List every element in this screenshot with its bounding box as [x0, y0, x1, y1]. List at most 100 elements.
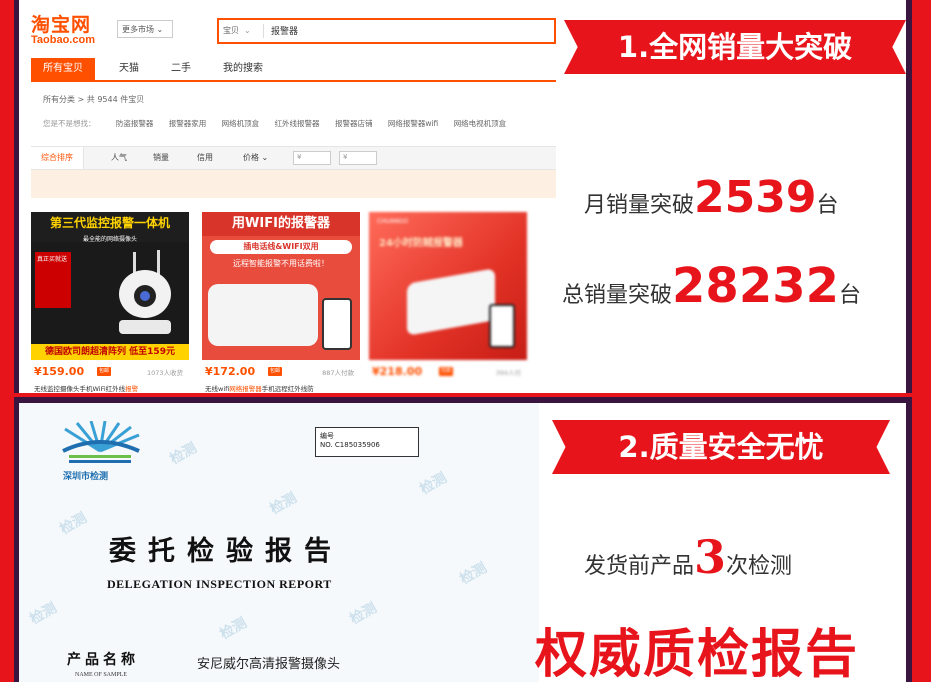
- chevron-down-icon: ⌄: [244, 26, 251, 35]
- related-link[interactable]: 报警器家用: [169, 119, 207, 128]
- title-highlight: 报警: [125, 385, 139, 393]
- sort-sales[interactable]: 销量: [153, 147, 169, 169]
- market-select[interactable]: 更多市场 ⌄: [117, 20, 173, 38]
- tab-my-search[interactable]: 我的搜索: [211, 58, 275, 82]
- art-subline: 最全能的网络摄像头: [82, 236, 137, 243]
- sort-credit[interactable]: 信用: [197, 147, 213, 169]
- product-card[interactable]: 用WIFI的报警器 插电话线&WIFI双用 远程智能报警不用话费啦！ ¥172.…: [202, 212, 360, 393]
- art-headline: 24小时防贼报警器: [379, 238, 463, 249]
- check-post: 次检测: [726, 554, 793, 579]
- sort-default[interactable]: 综合排序: [31, 147, 84, 169]
- product-image[interactable]: 第三代监控报警一体机 最全能的网络摄像头 真正买就送 德国欧司朗超清阵列 低至1…: [31, 212, 189, 360]
- search-type-select[interactable]: 宝贝 ⌄: [223, 25, 251, 36]
- search-bar[interactable]: 宝贝 ⌄ 报警器: [217, 18, 556, 44]
- taobao-logo[interactable]: 淘宝网 Taobao.com: [31, 10, 95, 46]
- product-title[interactable]: 无线wifi网络报警器手机远程红外线防: [205, 383, 360, 393]
- free-shipping-badge: 包邮: [268, 367, 282, 376]
- product-image[interactable]: 用WIFI的报警器 插电话线&WIFI双用 远程智能报警不用话费啦！: [202, 212, 360, 360]
- product-image[interactable]: CHUANGO 24小时防贼报警器: [369, 212, 527, 360]
- art-band-secondary: 远程智能报警不用话费啦！: [233, 259, 329, 268]
- certificate-title-en: DELEGATION INSPECTION REPORT: [107, 577, 332, 591]
- art-band: 插电话线&WIFI双用: [210, 240, 352, 254]
- product-price: ¥218.00: [372, 365, 423, 378]
- art-footer: 德国欧司朗超清阵列 低至159元: [31, 344, 189, 360]
- price-row: ¥172.00 包邮 887人付款: [202, 365, 360, 379]
- sort-price[interactable]: 价格 ⌄: [243, 147, 268, 169]
- check-value: 3: [694, 530, 727, 584]
- watermark: 检测: [417, 469, 450, 498]
- agency-name: 深圳市检测: [63, 472, 109, 482]
- art-brand: CHUANGO: [377, 218, 409, 225]
- logo-en-text: Taobao.com: [31, 34, 95, 46]
- art-headline: 用WIFI的报警器: [202, 212, 360, 236]
- sold-count: 394人付: [495, 369, 521, 377]
- total-sales: 总销量突破28232台: [562, 258, 861, 314]
- product-price: ¥159.00: [34, 365, 85, 378]
- watermark: 检测: [27, 599, 60, 628]
- tab-all-items[interactable]: 所有宝贝: [31, 58, 95, 82]
- inspection-count: 发货前产品3次检测: [584, 530, 792, 584]
- camera-icon: [119, 250, 171, 334]
- product-card[interactable]: 第三代监控报警一体机 最全能的网络摄像头 真正买就送 德国欧司朗超清阵列 低至1…: [31, 212, 189, 393]
- related-searches: 您是不是想找： 防盗报警器 报警器家用 网络机顶盒 红外线报警器 报警器店铺 网…: [43, 118, 556, 132]
- check-pre: 发货前产品: [584, 554, 695, 579]
- monthly-value: 2539: [694, 172, 817, 223]
- notice-strip: [31, 170, 556, 198]
- phone-icon: [489, 304, 515, 348]
- related-label: 您是不是想找：: [43, 119, 96, 128]
- tab-tmall[interactable]: 天猫: [107, 58, 151, 82]
- logo-cn-text: 淘宝网: [31, 14, 92, 36]
- search-tabs: 所有宝贝 天猫 二手 我的搜索: [31, 58, 556, 82]
- field-value: 安尼威尔高清报警摄像头: [197, 657, 341, 672]
- certificate-number: NO. C185035906: [320, 441, 380, 449]
- field-label: 产品名称: [67, 652, 139, 668]
- related-link[interactable]: 网络机顶盒: [222, 119, 260, 128]
- alarm-device-icon: [208, 284, 318, 346]
- total-label: 总销量突破: [562, 283, 673, 308]
- free-shipping-badge: 包邮: [439, 367, 453, 376]
- number-label: 编号: [320, 432, 334, 440]
- art-side-tag: 真正买就送: [35, 252, 71, 308]
- price-row: ¥218.00 包邮 394人付: [369, 365, 527, 379]
- sort-bar: 综合排序 人气 销量 信用 价格 ⌄ ¥ ¥: [31, 146, 556, 170]
- price-to-input[interactable]: ¥: [339, 151, 377, 165]
- product-price: ¥172.00: [205, 365, 256, 378]
- taobao-screenshot: 淘宝网 Taobao.com 更多市场 ⌄ 宝贝 ⌄ 报警器 所有宝贝 天猫 二手…: [19, 0, 556, 393]
- certificate-title-cn: 委托检验报告: [109, 536, 343, 567]
- sold-count: 1073人收货: [146, 369, 183, 377]
- phone-icon: [322, 298, 352, 350]
- sold-count: 887人付款: [322, 369, 354, 377]
- search-type-label: 宝贝: [223, 26, 239, 35]
- total-unit: 台: [839, 283, 862, 308]
- watermark: 检测: [57, 509, 90, 538]
- related-link[interactable]: 网络报警器wifi: [388, 119, 438, 128]
- sort-popularity[interactable]: 人气: [111, 147, 127, 169]
- monthly-label: 月销量突破: [584, 193, 695, 218]
- free-shipping-badge: 包邮: [97, 367, 111, 376]
- product-title[interactable]: 无线监控摄像头手机WiFi红外线报警: [34, 383, 189, 393]
- tab-second-hand[interactable]: 二手: [159, 58, 203, 82]
- related-link[interactable]: 网络电视机顶盒: [454, 119, 507, 128]
- section-divider-red: [0, 393, 931, 397]
- field-label-en: NAME OF SAMPLE: [75, 672, 128, 678]
- product-card[interactable]: CHUANGO 24小时防贼报警器 ¥218.00 包邮 394人付: [369, 212, 527, 393]
- related-link[interactable]: 红外线报警器: [275, 119, 320, 128]
- search-input[interactable]: 报警器: [271, 24, 298, 37]
- related-link[interactable]: 防盗报警器: [116, 119, 154, 128]
- promo-page: 淘宝网 Taobao.com 更多市场 ⌄ 宝贝 ⌄ 报警器 所有宝贝 天猫 二手…: [0, 0, 931, 682]
- search-divider: [263, 24, 264, 38]
- watermark: 检测: [267, 489, 300, 518]
- price-row: ¥159.00 包邮 1073人收货: [31, 365, 189, 379]
- inspection-certificate: 检测 检测 检测 检测 检测 检测 检测 检测 深圳市检测 编号 NO. C18…: [19, 403, 539, 682]
- related-link[interactable]: 报警器店铺: [335, 119, 373, 128]
- watermark: 检测: [347, 599, 380, 628]
- total-value: 28232: [672, 258, 840, 314]
- title-text-tail: 手机远程红外线防: [261, 385, 314, 393]
- title-text: 无线wifi: [205, 385, 230, 393]
- monthly-unit: 台: [816, 193, 839, 218]
- price-from-input[interactable]: ¥: [293, 151, 331, 165]
- watermark: 检测: [217, 614, 250, 643]
- watermark: 检测: [457, 559, 490, 588]
- right-dark-frame: [906, 0, 912, 682]
- breadcrumb: 所有分类 > 共 9544 件宝贝: [43, 95, 145, 104]
